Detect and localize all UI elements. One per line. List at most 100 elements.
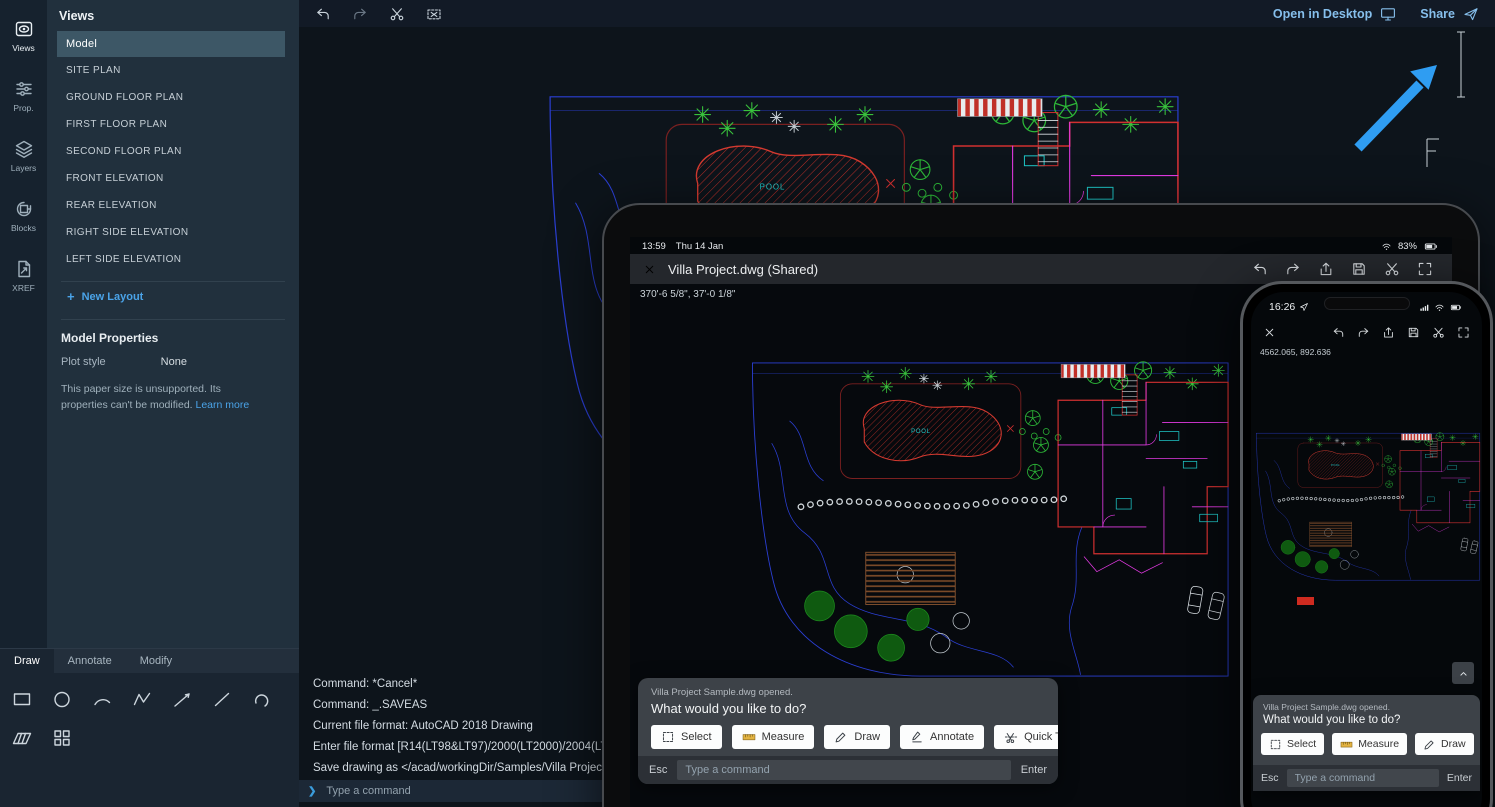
plot-style-value: None bbox=[161, 356, 187, 368]
array-tool-button[interactable] bbox=[48, 724, 75, 751]
open-in-desktop-button[interactable]: Open in Desktop bbox=[1273, 6, 1396, 22]
rail-item-views[interactable]: Views bbox=[0, 6, 47, 66]
new-layout-label: New Layout bbox=[82, 291, 144, 303]
close-icon[interactable] bbox=[1263, 326, 1276, 339]
undo-icon[interactable] bbox=[1332, 326, 1345, 339]
cut-icon[interactable] bbox=[1384, 261, 1400, 277]
esc-key[interactable]: Esc bbox=[1261, 772, 1279, 784]
phone-toolbar bbox=[1251, 314, 1482, 341]
expand-panel-button[interactable] bbox=[1452, 662, 1474, 684]
view-item-front-elevation[interactable]: FRONT ELEVATION bbox=[57, 166, 285, 192]
phone-drawing bbox=[1253, 429, 1482, 583]
redo-button[interactable] bbox=[349, 4, 371, 24]
draw-label: Draw bbox=[854, 731, 880, 743]
view-item-rear-elevation[interactable]: REAR ELEVATION bbox=[57, 193, 285, 219]
draw-pencil-icon bbox=[1423, 738, 1436, 751]
trim-window-button[interactable] bbox=[423, 4, 445, 24]
phone-mockup: 16:26 456 bbox=[1240, 281, 1493, 807]
circle-tool-button[interactable] bbox=[48, 685, 75, 712]
arc-tool-icon bbox=[92, 689, 112, 709]
command-line: Command: *Cancel* bbox=[313, 674, 645, 695]
tab-draw[interactable]: Draw bbox=[0, 649, 54, 673]
export-icon[interactable] bbox=[1318, 261, 1334, 277]
curve-tool-button[interactable] bbox=[248, 685, 275, 712]
quick-trim-icon bbox=[1004, 730, 1018, 744]
annotate-button[interactable]: Annotate bbox=[900, 725, 984, 749]
save-icon[interactable] bbox=[1407, 326, 1420, 339]
wifi-icon bbox=[1434, 302, 1445, 313]
rail-item-xref[interactable]: XREF bbox=[0, 246, 47, 306]
array-tool-icon bbox=[52, 728, 72, 748]
arc-tool-button[interactable] bbox=[88, 685, 115, 712]
xref-icon bbox=[14, 259, 34, 279]
redo-icon[interactable] bbox=[1285, 261, 1301, 277]
polyline-tool-icon bbox=[132, 689, 152, 709]
undo-icon[interactable] bbox=[1252, 261, 1268, 277]
rail-item-blocks[interactable]: Blocks bbox=[0, 186, 47, 246]
view-item-model[interactable]: Model bbox=[57, 31, 285, 57]
share-button[interactable]: Share bbox=[1420, 6, 1479, 22]
trim-window-icon bbox=[426, 6, 442, 22]
rail-label: XREF bbox=[12, 283, 35, 293]
polyline-tool-button[interactable] bbox=[128, 685, 155, 712]
esc-key[interactable]: Esc bbox=[649, 764, 667, 776]
new-layout-button[interactable]: + New Layout bbox=[47, 282, 299, 311]
measure-button[interactable]: Measure bbox=[1332, 733, 1407, 755]
quick-trim-label: Quick Trim bbox=[1024, 731, 1058, 743]
close-icon[interactable] bbox=[643, 263, 656, 276]
view-item-right-side-elevation[interactable]: RIGHT SIDE ELEVATION bbox=[57, 220, 285, 246]
tab-modify[interactable]: Modify bbox=[126, 649, 186, 673]
select-button[interactable]: Select bbox=[1261, 733, 1324, 755]
trim-button[interactable] bbox=[386, 4, 408, 24]
expand-icon[interactable] bbox=[1417, 261, 1433, 277]
views-panel: Views Model SITE PLAN GROUND FLOOR PLAN … bbox=[47, 0, 299, 648]
enter-key[interactable]: Enter bbox=[1021, 764, 1047, 776]
export-icon[interactable] bbox=[1382, 326, 1395, 339]
learn-more-link[interactable]: Learn more bbox=[196, 399, 250, 411]
view-item-ground-floor-plan[interactable]: GROUND FLOOR PLAN bbox=[57, 85, 285, 111]
rail-item-properties[interactable]: Prop. bbox=[0, 66, 47, 126]
annotate-label: Annotate bbox=[930, 731, 974, 743]
curve-tool-icon bbox=[252, 689, 272, 709]
tablet-toast-card: Villa Project Sample.dwg opened. What wo… bbox=[638, 678, 1058, 784]
redo-icon[interactable] bbox=[1357, 326, 1370, 339]
view-item-second-floor-plan[interactable]: SECOND FLOOR PLAN bbox=[57, 139, 285, 165]
toast-question-text: What would you like to do? bbox=[1253, 712, 1480, 726]
measure-button[interactable]: Measure bbox=[732, 725, 815, 749]
draw-button[interactable]: Draw bbox=[1415, 733, 1474, 755]
rail-item-layers[interactable]: Layers bbox=[0, 126, 47, 186]
measure-icon bbox=[742, 730, 756, 744]
dimension-tool-button[interactable] bbox=[168, 685, 195, 712]
layers-icon bbox=[14, 139, 34, 159]
view-item-first-floor-plan[interactable]: FIRST FLOOR PLAN bbox=[57, 112, 285, 138]
prompt-chevron-icon: ❯ bbox=[308, 786, 316, 797]
cut-icon[interactable] bbox=[1432, 326, 1445, 339]
phone-cad-canvas[interactable]: Villa Project Sample.dwg opened. What wo… bbox=[1251, 357, 1482, 807]
undo-button[interactable] bbox=[312, 4, 334, 24]
select-button[interactable]: Select bbox=[651, 725, 722, 749]
wifi-icon bbox=[1381, 241, 1392, 252]
measure-icon bbox=[1340, 738, 1353, 751]
plus-icon: + bbox=[67, 289, 75, 304]
expand-icon[interactable] bbox=[1457, 326, 1470, 339]
tab-annotate[interactable]: Annotate bbox=[54, 649, 126, 673]
tablet-command-input[interactable] bbox=[677, 760, 1010, 780]
phone-screen: 16:26 456 bbox=[1251, 292, 1482, 807]
view-item-left-side-elevation[interactable]: LEFT SIDE ELEVATION bbox=[57, 247, 285, 273]
view-item-site-plan[interactable]: SITE PLAN bbox=[57, 58, 285, 84]
top-toolbar: Open in Desktop Share bbox=[299, 0, 1495, 27]
phone-command-input[interactable] bbox=[1287, 769, 1439, 787]
save-icon[interactable] bbox=[1351, 261, 1367, 277]
command-input[interactable] bbox=[324, 784, 630, 798]
rectangle-tool-button[interactable] bbox=[8, 685, 35, 712]
enter-key[interactable]: Enter bbox=[1447, 772, 1472, 784]
rail-label: Blocks bbox=[11, 223, 36, 233]
hatch-tool-icon bbox=[12, 728, 32, 748]
blocks-icon bbox=[14, 199, 34, 219]
line-tool-button[interactable] bbox=[208, 685, 235, 712]
hatch-tool-button[interactable] bbox=[8, 724, 35, 751]
line-tool-icon bbox=[212, 689, 232, 709]
draw-button[interactable]: Draw bbox=[824, 725, 890, 749]
tablet-title-bar: Villa Project.dwg (Shared) bbox=[630, 254, 1452, 284]
quick-trim-button[interactable]: Quick Trim bbox=[994, 725, 1058, 749]
